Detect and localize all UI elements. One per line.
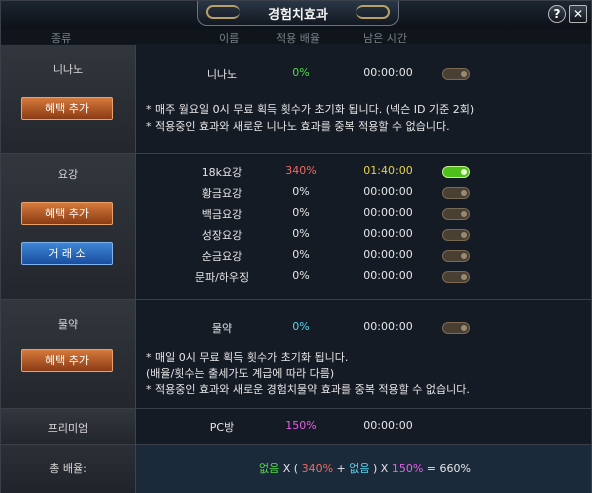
potion-add-button[interactable]: 혜택 추가 xyxy=(21,349,113,372)
item-time: 00:00:00 xyxy=(363,419,413,432)
total-nanano-value: 없음 xyxy=(259,462,280,475)
close-button[interactable]: ✕ xyxy=(569,5,587,23)
item-name: 니나노 xyxy=(206,68,238,81)
nanano-side: 니나노 혜택 추가 xyxy=(1,45,136,153)
yogang-add-button[interactable]: 혜택 추가 xyxy=(21,202,113,225)
col-rate: 적용 배율 xyxy=(276,32,320,45)
potion-note-2: (배율/횟수는 출세가도 계급에 따라 다름) xyxy=(146,367,335,380)
total-op: X ( xyxy=(279,462,302,475)
nanano-note-1: * 매주 월요일 0시 무료 획득 횟수가 초기화 됩니다. (넥슨 ID 기준… xyxy=(146,103,475,116)
section-potion: 물약 혜택 추가 물약 0% 00:00:00 * 매일 0시 무료 획득 횟수… xyxy=(1,300,591,409)
col-name: 이름 xyxy=(219,32,240,45)
potion-row: 물약 0% 00:00:00 xyxy=(136,320,591,338)
total-formula: 없음 X ( 340% + 없음 ) X 150% = 660% xyxy=(259,460,471,476)
yogang-main: 18k요강 340% 01:40:00 황금요강 0% 00:00:00 백금요… xyxy=(136,154,591,299)
total-bar: 총 배율: 없음 X ( 340% + 없음 ) X 150% = 660% xyxy=(1,445,591,493)
total-op: ) X xyxy=(369,462,392,475)
item-name: 문파/하우징 xyxy=(194,271,250,284)
yogang-label: 요강 xyxy=(57,168,79,181)
item-time: 00:00:00 xyxy=(363,66,413,79)
potion-note-1: * 매일 0시 무료 획득 횟수가 초기화 됩니다. xyxy=(146,351,349,364)
item-rate: 0% xyxy=(292,248,310,261)
item-time: 00:00:00 xyxy=(363,206,413,219)
total-label: 총 배율: xyxy=(49,462,87,475)
section-nanano: 니나노 혜택 추가 니나노 0% 00:00:00 * 매주 월요일 0시 무료… xyxy=(1,45,591,154)
yogang-row: 백금요강 0% 00:00:00 xyxy=(136,206,591,224)
nanano-label: 니나노 xyxy=(52,63,84,76)
total-potion-value: 없음 xyxy=(349,462,370,475)
potion-label: 물약 xyxy=(57,318,79,331)
item-name: 18k요강 xyxy=(201,166,243,179)
nanano-add-button[interactable]: 혜택 추가 xyxy=(21,97,113,120)
col-time: 남은 시간 xyxy=(363,32,407,45)
nanano-row: 니나노 0% 00:00:00 xyxy=(136,66,591,84)
yogang-row: 순금요강 0% 00:00:00 xyxy=(136,248,591,266)
yogang-row: 문파/하우징 0% 00:00:00 xyxy=(136,269,591,287)
nanano-toggle[interactable] xyxy=(442,68,470,80)
item-time: 00:00:00 xyxy=(363,320,413,333)
yogang-platinum-toggle[interactable] xyxy=(442,208,470,220)
premium-label: 프리미엄 xyxy=(47,422,89,435)
ornament-right-icon xyxy=(356,5,390,19)
item-rate: 0% xyxy=(292,227,310,240)
market-button[interactable]: 거 래 소 xyxy=(21,242,113,265)
item-rate: 0% xyxy=(292,66,310,79)
yogang-row: 황금요강 0% 00:00:00 xyxy=(136,185,591,203)
yogang-side: 요강 혜택 추가 거 래 소 xyxy=(1,154,136,299)
item-rate: 150% xyxy=(285,419,317,432)
potion-note-3: * 적용중인 효과와 새로운 경험치물약 효과를 중복 적용할 수 없습니다. xyxy=(146,383,470,396)
item-name: 황금요강 xyxy=(201,187,243,200)
yogang-guild-toggle[interactable] xyxy=(442,271,470,283)
title-plate: 경험치효과 xyxy=(197,1,399,26)
total-op: + xyxy=(333,462,350,475)
yogang-gold-toggle[interactable] xyxy=(442,187,470,199)
yogang-18k-toggle[interactable] xyxy=(442,166,470,178)
potion-side: 물약 혜택 추가 xyxy=(1,300,136,408)
section-yogang: 요강 혜택 추가 거 래 소 18k요강 340% 01:40:00 황금요강 … xyxy=(1,154,591,300)
nanano-main: 니나노 0% 00:00:00 * 매주 월요일 0시 무료 획득 횟수가 초기… xyxy=(136,45,591,153)
column-header: 종류 이름 적용 배율 남은 시간 xyxy=(1,29,591,45)
total-result: = 660% xyxy=(423,462,471,475)
item-time: 01:40:00 xyxy=(363,164,413,177)
item-rate: 0% xyxy=(292,320,310,333)
item-rate: 0% xyxy=(292,206,310,219)
item-time: 00:00:00 xyxy=(363,248,413,261)
exp-effect-window: 경험치효과 ? ✕ 종류 이름 적용 배율 남은 시간 니나노 혜택 추가 니나… xyxy=(0,0,592,493)
item-name: 성장요강 xyxy=(201,229,243,242)
premium-side: 프리미엄 xyxy=(1,409,136,444)
section-premium: 프리미엄 PC방 150% 00:00:00 xyxy=(1,409,591,445)
yogang-row: 성장요강 0% 00:00:00 xyxy=(136,227,591,245)
item-name: PC방 xyxy=(209,421,235,434)
col-category: 종류 xyxy=(51,32,72,45)
help-button[interactable]: ? xyxy=(548,5,566,23)
yogang-growth-toggle[interactable] xyxy=(442,229,470,241)
yogang-puregold-toggle[interactable] xyxy=(442,250,470,262)
total-yogang-value: 340% xyxy=(301,462,334,475)
premium-main: PC방 150% 00:00:00 xyxy=(136,409,591,444)
item-time: 00:00:00 xyxy=(363,185,413,198)
total-side: 총 배율: xyxy=(1,445,136,493)
yogang-row: 18k요강 340% 01:40:00 xyxy=(136,164,591,182)
item-name: 백금요강 xyxy=(201,208,243,221)
nanano-note-2: * 적용중인 효과와 새로운 니나노 효과를 중복 적용할 수 없습니다. xyxy=(146,120,450,133)
potion-toggle[interactable] xyxy=(442,322,470,334)
premium-row: PC방 150% 00:00:00 xyxy=(136,419,591,437)
title-bar: 경험치효과 ? ✕ xyxy=(1,1,591,30)
item-time: 00:00:00 xyxy=(363,227,413,240)
potion-main: 물약 0% 00:00:00 * 매일 0시 무료 획득 횟수가 초기화 됩니다… xyxy=(136,300,591,408)
item-rate: 0% xyxy=(292,185,310,198)
item-name: 물약 xyxy=(211,322,233,335)
item-rate: 340% xyxy=(285,164,317,177)
total-premium-value: 150% xyxy=(391,462,424,475)
item-rate: 0% xyxy=(292,269,310,282)
item-time: 00:00:00 xyxy=(363,269,413,282)
item-name: 순금요강 xyxy=(201,250,243,263)
